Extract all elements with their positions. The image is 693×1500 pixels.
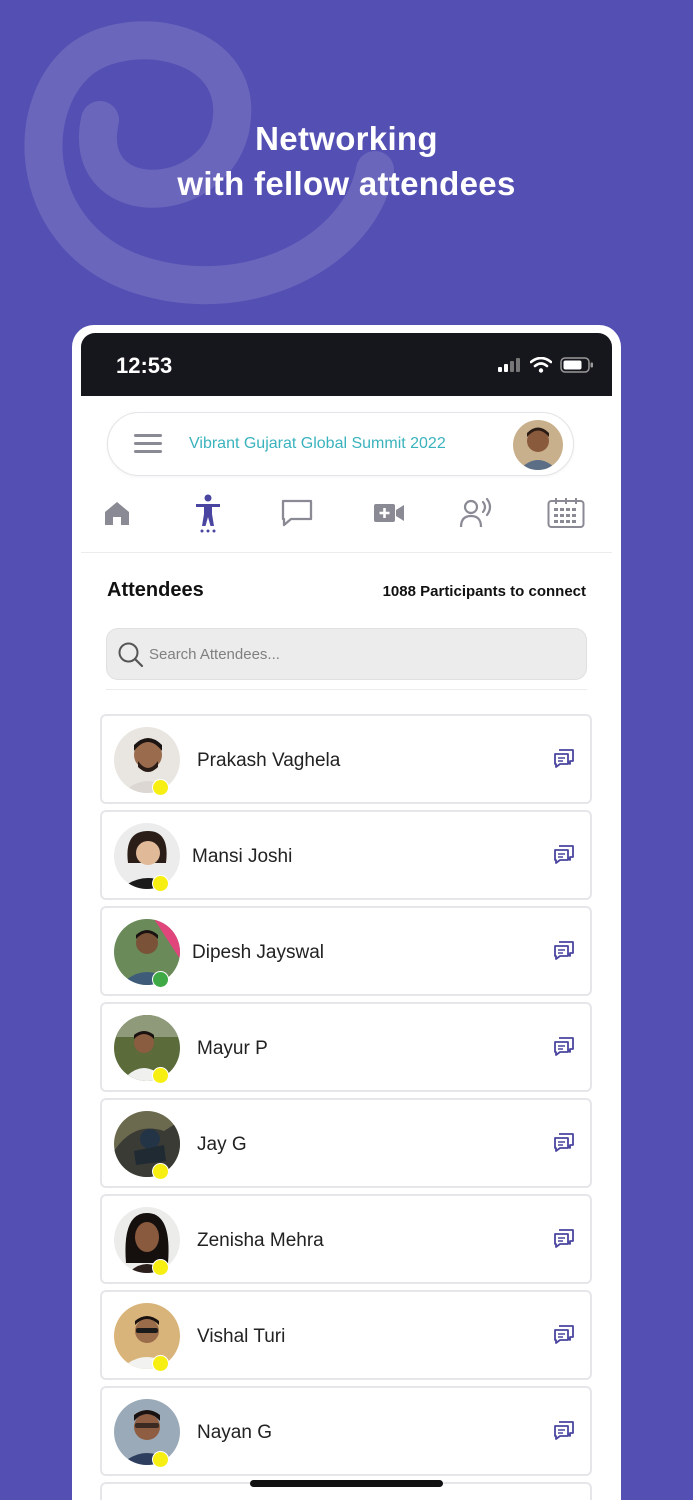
attendee-card[interactable]: Jay G	[100, 1098, 592, 1188]
attendee-name: Dipesh Jayswal	[192, 942, 324, 963]
battery-icon	[560, 357, 593, 373]
attendees-icon[interactable]	[190, 493, 226, 533]
status-dot	[152, 971, 169, 988]
avatar	[114, 919, 180, 985]
attendee-name: Prakash Vaghela	[197, 750, 341, 771]
profile-avatar[interactable]	[513, 420, 563, 470]
headline-line-1: Networking	[255, 120, 438, 157]
message-icon[interactable]	[552, 842, 576, 866]
message-icon[interactable]	[552, 1034, 576, 1058]
chat-icon[interactable]	[279, 493, 315, 533]
home-icon[interactable]	[99, 493, 135, 533]
status-dot	[152, 779, 169, 796]
nav-divider	[81, 552, 612, 553]
message-icon[interactable]	[552, 1418, 576, 1442]
attendee-name: Mayur P	[197, 1038, 268, 1059]
avatar	[114, 1303, 180, 1369]
avatar	[114, 727, 180, 793]
message-icon[interactable]	[552, 746, 576, 770]
speaker-icon[interactable]	[459, 493, 495, 533]
list-divider	[106, 689, 587, 690]
message-icon[interactable]	[552, 1130, 576, 1154]
avatar	[114, 1399, 180, 1465]
avatar	[114, 823, 180, 889]
search-icon	[118, 642, 144, 668]
attendee-name: Jay G	[197, 1134, 247, 1155]
status-dot	[152, 1451, 169, 1468]
attendee-card[interactable]: Zenisha Mehra	[100, 1194, 592, 1284]
phone-frame: 12:53 Vibrant Gujarat Global Summit 2022	[72, 325, 621, 1500]
status-dot	[152, 1067, 169, 1084]
attendee-card[interactable]: Nayan G	[100, 1386, 592, 1476]
main-nav	[94, 493, 599, 537]
app-header: Vibrant Gujarat Global Summit 2022	[107, 412, 574, 476]
status-time: 12:53	[116, 353, 173, 378]
attendee-name: Nayan G	[197, 1422, 272, 1443]
status-bar: 12:53	[81, 333, 612, 396]
status-dot	[152, 1355, 169, 1372]
promo-headline: Networking with fellow attendees	[0, 116, 693, 206]
home-indicator	[250, 1480, 443, 1487]
menu-icon[interactable]	[134, 434, 162, 454]
video-icon[interactable]	[371, 493, 407, 533]
participants-count: 1088 Participants to connect	[382, 583, 586, 600]
attendee-card[interactable]: Dipesh Jayswal	[100, 906, 592, 996]
attendee-name: Vishal Turi	[197, 1326, 286, 1347]
attendee-name: Mansi Joshi	[192, 846, 293, 867]
attendee-card[interactable]: Vishal Turi	[100, 1290, 592, 1380]
attendee-card[interactable]: Mansi Joshi	[100, 810, 592, 900]
avatar	[114, 1207, 180, 1273]
status-dot	[152, 1259, 169, 1276]
status-icons	[498, 355, 594, 375]
attendee-name: Zenisha Mehra	[197, 1230, 324, 1251]
signal-icon	[498, 358, 520, 372]
avatar	[114, 1111, 180, 1177]
headline-line-2: with fellow attendees	[177, 165, 516, 202]
attendee-card[interactable]: Mayur P	[100, 1002, 592, 1092]
status-dot	[152, 875, 169, 892]
attendee-card[interactable]: Prakash Vaghela	[100, 714, 592, 804]
calendar-icon[interactable]	[546, 493, 586, 533]
search-input[interactable]	[149, 629, 569, 679]
wifi-icon	[530, 357, 552, 373]
avatar	[114, 1015, 180, 1081]
event-title: Vibrant Gujarat Global Summit 2022	[189, 435, 446, 452]
message-icon[interactable]	[552, 1322, 576, 1346]
message-icon[interactable]	[552, 1226, 576, 1250]
message-icon[interactable]	[552, 938, 576, 962]
status-dot	[152, 1163, 169, 1180]
page-title: Attendees	[107, 579, 204, 601]
search-bar	[106, 628, 587, 680]
